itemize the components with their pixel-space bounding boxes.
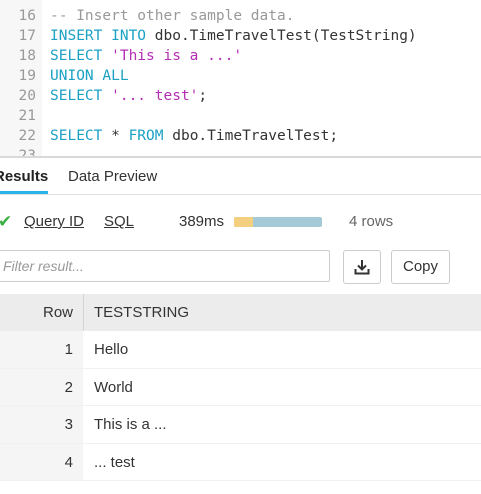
code-text: UNION ALL	[50, 66, 129, 86]
row-number: 3	[64, 416, 73, 433]
line-number: 20	[18, 88, 36, 104]
line-number: 19	[18, 68, 36, 84]
line-number: 22	[18, 128, 36, 144]
query-duration: 389ms	[179, 213, 225, 230]
tab-data-preview-label: Data Preview	[68, 168, 158, 185]
column-header-teststring[interactable]: TESTSTRING	[94, 294, 189, 331]
row-number: 4	[64, 453, 73, 471]
download-button[interactable]	[343, 250, 381, 284]
code-token: SELECT	[50, 88, 112, 104]
duration-bar	[234, 217, 322, 227]
line-number: 21	[18, 108, 36, 124]
code-line[interactable]: 20 SELECT '... test';	[0, 86, 481, 106]
line-number: 16	[18, 8, 36, 24]
sql-editor[interactable]: 16 -- Insert other sample data. 17 INSERT I…	[0, 0, 481, 157]
active-tab-indicator	[0, 191, 49, 194]
code-token: 'This is a ...'	[111, 48, 243, 64]
code-line[interactable]: 19 UNION ALL	[0, 66, 481, 86]
table-header: Row TESTSTRING	[0, 294, 481, 331]
code-line[interactable]: 16 -- Insert other sample data.	[0, 6, 481, 26]
teststring-cell[interactable]: This is a ...	[94, 406, 167, 443]
tab-results[interactable]: Results	[0, 158, 49, 194]
sql-link[interactable]: SQL	[104, 213, 134, 230]
row-count: 4 rows	[349, 213, 394, 230]
code-text: SELECT * FROM dbo.TimeTravelTest;	[50, 126, 338, 146]
tab-results-label: Results	[0, 168, 49, 185]
table-row[interactable]: 2 World	[0, 368, 481, 406]
filter-result-input[interactable]	[0, 250, 330, 282]
column-header-row[interactable]: Row	[0, 294, 73, 331]
code-text: INSERT INTO dbo.TimeTravelTest(TestStrin…	[50, 26, 417, 46]
code-token: SELECT	[50, 48, 112, 64]
code-line[interactable]: 18 SELECT 'This is a ...'	[0, 46, 481, 66]
query-stats: ✔ Query ID SQL 389ms 4 rows	[0, 205, 481, 239]
teststring-cell[interactable]: Hello	[94, 331, 128, 368]
code-token: -- Insert other sample data.	[50, 8, 295, 24]
download-icon	[354, 260, 370, 275]
line-number: 17	[18, 28, 36, 44]
teststring-cell[interactable]: ... test	[94, 444, 135, 481]
tab-data-preview[interactable]: Data Preview	[68, 158, 157, 194]
table-row[interactable]: 3 This is a ...	[0, 406, 481, 444]
code-token: '... test'	[111, 88, 199, 104]
code-token: INSERT INTO	[50, 28, 155, 44]
code-line[interactable]: 21	[0, 106, 481, 126]
row-number: 2	[64, 378, 73, 396]
code-token: ;	[198, 88, 208, 104]
code-line[interactable]: 17 INSERT INTO dbo.TimeTravelTest(TestStr…	[0, 26, 481, 46]
teststring-cell[interactable]: World	[94, 369, 133, 406]
duration-bar-compile-segment	[234, 217, 254, 227]
code-token: dbo.TimeTravelTest(TestString)	[154, 28, 417, 44]
code-token: dbo.TimeTravelTest;	[172, 128, 339, 144]
code-token: *	[111, 128, 129, 144]
code-token: UNION ALL	[50, 68, 129, 84]
table-row[interactable]: 4 ... test	[0, 443, 481, 481]
code-token: SELECT	[50, 128, 112, 144]
code-token: FROM	[128, 128, 173, 144]
results-table: Row TESTSTRING 1 Hello 2 World 3 This is a ..…	[0, 294, 481, 481]
code-text: SELECT 'This is a ...'	[50, 46, 242, 66]
table-row[interactable]: 1 Hello	[0, 331, 481, 369]
result-tabs: Results Data Preview	[0, 158, 481, 195]
success-check-icon: ✔	[0, 212, 13, 231]
column-divider[interactable]	[83, 294, 84, 331]
row-number: 1	[64, 341, 73, 358]
copy-button[interactable]: Copy	[391, 250, 450, 284]
line-number: 18	[18, 48, 36, 64]
code-text: SELECT '... test';	[50, 86, 207, 106]
query-id-link[interactable]: Query ID	[24, 213, 84, 230]
code-text: -- Insert other sample data.	[50, 6, 294, 26]
code-line[interactable]: 22 SELECT * FROM dbo.TimeTravelTest;	[0, 126, 481, 146]
